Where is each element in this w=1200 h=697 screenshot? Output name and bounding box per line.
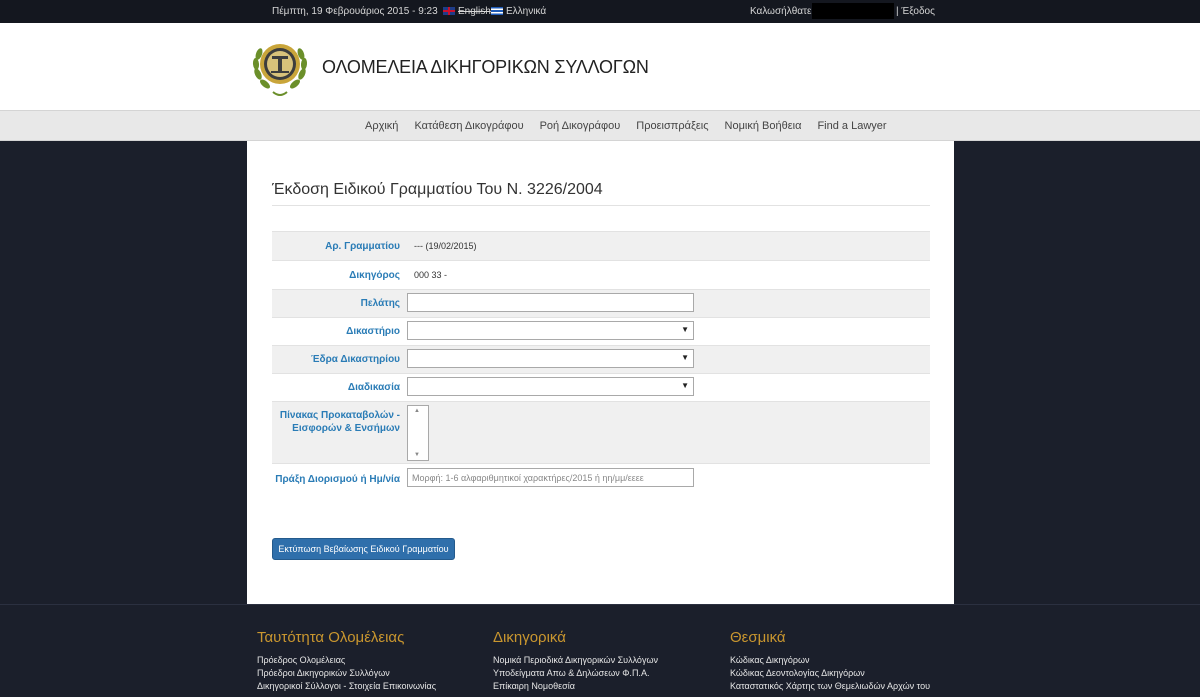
nav-item-find-a-lawyer[interactable]: Find a Lawyer [817, 120, 886, 132]
language-greek-label: Ελληνικά [506, 6, 547, 17]
nav-item-pleading-flow[interactable]: Ροή Δικογράφου [540, 120, 621, 132]
nav-item-file-pleading[interactable]: Κατάθεση Δικογράφου [414, 120, 523, 132]
nav-item-home[interactable]: Αρχική [365, 120, 398, 132]
uk-flag-icon [443, 7, 455, 15]
footer-column-institutional: Θεσμικά Κώδικας Δικηγόρων Κώδικας Δεοντο… [730, 629, 930, 693]
current-date: Πέμπτη, 19 Φεβρουάριος 2015 - 9:23 [272, 6, 438, 17]
footer-link[interactable]: Πρόεδροι Δικηγορικών Συλλόγων [257, 667, 436, 680]
welcome-text: Καλωσήλθατε [750, 6, 812, 17]
footer-link[interactable]: Νομικά Περιοδικά Δικηγορικών Συλλόγων [493, 654, 658, 667]
form-row-client: Πελάτης [272, 289, 930, 317]
court-seat-select[interactable]: ▼ [407, 349, 694, 368]
client-input[interactable] [407, 293, 694, 312]
footer-link[interactable]: Καταστατικός Χάρτης των Θεμελιωδών Αρχών… [730, 680, 930, 693]
court-select[interactable]: ▼ [407, 321, 694, 340]
form-row-court: Δικαστήριο ▼ [272, 317, 930, 345]
stamp-issue-form: Αρ. Γραμματίου --- (19/02/2015) Δικηγόρο… [272, 231, 930, 503]
print-certificate-button[interactable]: Εκτύπωση Βεβαίωσης Ειδικού Γραμματίου [272, 538, 455, 560]
footer-link[interactable]: Επίκαιρη Νομοθεσία [493, 680, 658, 693]
language-english-link[interactable]: English [443, 6, 491, 17]
lawyer-label: Δικηγόρος [349, 270, 400, 281]
procedure-label: Διαδικασία [347, 382, 400, 393]
top-bar: Πέμπτη, 19 Φεβρουάριος 2015 - 9:23 Engli… [0, 0, 1200, 23]
footer-link[interactable]: Υποδείγματα Απω & Δηλώσεων Φ.Π.Α. [493, 667, 658, 680]
court-seat-label: Έδρα Δικαστηρίου [311, 354, 400, 365]
footer-link[interactable]: Δικηγορικοί Σύλλογοι - Στοιχεία Επικοινω… [257, 680, 436, 693]
site-header: ΟΛΟΜΕΛΕΙΑ ΔΙΚΗΓΟΡΙΚΩΝ ΣΥΛΛΟΓΩΝ [0, 23, 1200, 110]
language-greek-link[interactable]: Ελληνικά [491, 6, 546, 17]
form-row-fees-table: Πίνακας Προκαταβολών - Εισφορών & Ενσήμω… [272, 401, 930, 463]
footer-column-identity: Ταυτότητα Ολομέλειας Πρόεδρος Ολομέλειας… [257, 629, 436, 693]
footer-link[interactable]: Πρόεδρος Ολομέλειας [257, 654, 436, 667]
footer-link[interactable]: Κώδικας Δεοντολογίας Δικηγόρων [730, 667, 930, 680]
dropdown-arrow-icon: ▼ [681, 353, 689, 362]
dropdown-arrow-icon: ▼ [681, 381, 689, 390]
language-english-label: English [458, 6, 491, 17]
form-row-procedure: Διαδικασία ▼ [272, 373, 930, 401]
scroll-up-icon[interactable]: ▲ [414, 408, 420, 414]
fees-table-label: Πίνακας Προκαταβολών - Εισφορών & Ενσήμω… [279, 410, 400, 434]
appointment-input[interactable] [407, 468, 694, 487]
form-row-number: Αρ. Γραμματίου --- (19/02/2015) [272, 231, 930, 260]
client-label: Πελάτης [360, 298, 400, 309]
footer-heading-institutional: Θεσμικά [730, 629, 786, 646]
number-label: Αρ. Γραμματίου [325, 241, 400, 252]
greek-lawyers-emblem-icon[interactable] [249, 34, 311, 100]
nav-item-legal-aid[interactable]: Νομική Βοήθεια [725, 120, 802, 132]
form-row-lawyer: Δικηγόρος 000 33 - [272, 260, 930, 289]
site-footer: Ταυτότητα Ολομέλειας Πρόεδρος Ολομέλειας… [0, 604, 1200, 697]
title-divider [272, 205, 930, 206]
greek-flag-icon [491, 7, 503, 15]
main-navigation: Αρχική Κατάθεση Δικογράφου Ροή Δικογράφο… [0, 110, 1200, 141]
lawyer-value: 000 33 - [414, 270, 448, 280]
nav-item-prepayments[interactable]: Προεισπράξεις [636, 120, 708, 132]
procedure-select[interactable]: ▼ [407, 377, 694, 396]
page-title: Έκδοση Ειδικού Γραμματίου Του Ν. 3226/20… [272, 181, 603, 198]
main-content: Έκδοση Ειδικού Γραμματίου Του Ν. 3226/20… [247, 141, 954, 604]
appointment-label: Πράξη Διορισμού ή Ημ/νία [275, 474, 400, 485]
number-value: --- (19/02/2015) [414, 241, 477, 251]
footer-column-legal: Δικηγορικά Νομικά Περιοδικά Δικηγορικών … [493, 629, 658, 693]
scroll-down-icon[interactable]: ▼ [414, 452, 420, 458]
form-row-court-seat: Έδρα Δικαστηρίου ▼ [272, 345, 930, 373]
footer-link[interactable]: Κώδικας Δικηγόρων [730, 654, 930, 667]
site-title[interactable]: ΟΛΟΜΕΛΕΙΑ ΔΙΚΗΓΟΡΙΚΩΝ ΣΥΛΛΟΓΩΝ [322, 57, 649, 78]
footer-heading-identity: Ταυτότητα Ολομέλειας [257, 629, 405, 646]
dropdown-arrow-icon: ▼ [681, 325, 689, 334]
redacted-username [812, 3, 894, 19]
form-row-appointment: Πράξη Διορισμού ή Ημ/νία [272, 463, 930, 503]
court-label: Δικαστήριο [346, 326, 400, 337]
fees-table-listbox[interactable]: ▲ ▼ [407, 405, 429, 461]
footer-heading-legal: Δικηγορικά [493, 629, 566, 646]
logout-link[interactable]: | Έξοδος [896, 6, 935, 17]
